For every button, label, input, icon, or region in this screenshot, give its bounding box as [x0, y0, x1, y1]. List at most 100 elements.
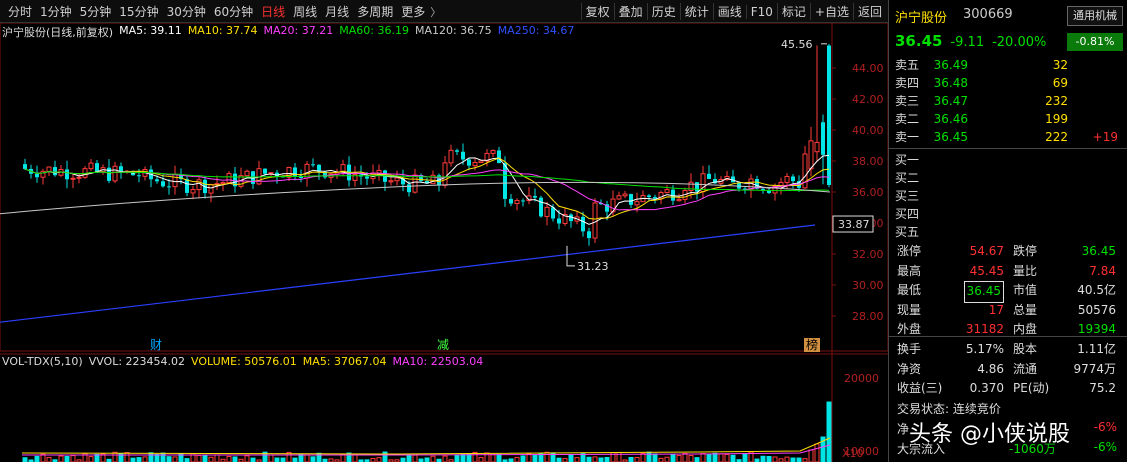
- stat-label: 市值: [1013, 283, 1038, 297]
- candle-body: [490, 149, 496, 154]
- volume-bar: [730, 454, 736, 462]
- volume-bar: [766, 455, 772, 462]
- volume-bar: [772, 456, 778, 462]
- period-tab-3[interactable]: 15分钟: [115, 3, 162, 20]
- vol-tick-label: 20000: [844, 372, 879, 385]
- volume-bar: [784, 456, 790, 462]
- volume-bar: [466, 453, 472, 462]
- volume-bar: [700, 453, 706, 462]
- candle-body: [388, 180, 394, 183]
- stat-label: 流通: [1013, 361, 1038, 376]
- period-tab-10[interactable]: 更多: [397, 3, 429, 20]
- volume-bar: [352, 454, 358, 462]
- chart-title: 沪宁股份(日线,前复权): [2, 26, 114, 39]
- tool-button-0[interactable]: 复权: [580, 3, 614, 20]
- event-marker[interactable]: 财: [150, 338, 162, 352]
- event-marker[interactable]: 榜: [806, 337, 818, 352]
- volume-bar: [646, 451, 652, 462]
- stat-label: 净资: [897, 361, 922, 376]
- stat-value: 7.84: [1089, 263, 1116, 278]
- vol-label-0: VOL-TDX(5,10): [2, 355, 83, 368]
- ask-row[interactable]: 卖四 36.48 69: [889, 74, 1127, 92]
- chevron-right-icon[interactable]: 〉: [430, 4, 441, 20]
- volume-bar: [70, 455, 76, 462]
- y-tick-label: 40.00: [852, 124, 884, 137]
- candle-body: [647, 195, 651, 198]
- sector-button[interactable]: 通用机械: [1067, 6, 1123, 26]
- bid-label: 买三: [895, 189, 920, 203]
- volume-bar: [454, 454, 460, 462]
- tool-button-8[interactable]: 返回: [852, 3, 886, 20]
- ask-label: 卖三: [895, 94, 920, 108]
- tool-button-3[interactable]: 统计: [679, 3, 713, 20]
- stat-value: 0.370: [969, 381, 1004, 395]
- bid-row[interactable]: 买一: [889, 151, 1127, 169]
- volume-bar: [346, 452, 352, 462]
- volume-bar: [490, 454, 496, 462]
- stock-name[interactable]: 沪宁股份: [895, 7, 947, 26]
- stat-row: 现量 17 总量 50576: [889, 301, 1127, 321]
- candle-body: [196, 179, 202, 191]
- period-tab-4[interactable]: 30分钟: [163, 3, 210, 20]
- period-tab-2[interactable]: 5分钟: [76, 3, 116, 20]
- bid-row[interactable]: 买二: [889, 169, 1127, 187]
- candle-body: [634, 201, 640, 206]
- period-tab-9[interactable]: 多周期: [353, 3, 397, 20]
- period-tab-0[interactable]: 分时: [4, 3, 36, 20]
- volume-bar: [514, 456, 520, 462]
- volume-bar: [268, 454, 274, 462]
- ask-volume: 32: [1052, 58, 1068, 72]
- volume-bar: [532, 454, 538, 462]
- bid-row[interactable]: 买五: [889, 223, 1127, 241]
- volume-bar: [520, 455, 526, 462]
- tool-button-1[interactable]: 叠加: [613, 3, 647, 20]
- volume-bar: [376, 457, 382, 462]
- ask-price: 36.46: [933, 112, 968, 126]
- volume-bar: [556, 457, 562, 462]
- candle-body: [88, 162, 94, 170]
- period-tab-8[interactable]: 月线: [321, 3, 353, 20]
- volume-bar: [628, 456, 634, 462]
- net-flow-label: 净: [897, 420, 909, 437]
- candle-body: [581, 216, 585, 232]
- volume-bar: [586, 456, 592, 462]
- volume-bar: [160, 452, 166, 462]
- current-line-label: 33.87: [838, 218, 870, 231]
- candle-body: [244, 170, 250, 177]
- candle-body: [70, 177, 76, 180]
- candle-body: [653, 197, 657, 199]
- candle-body: [592, 202, 598, 239]
- volume-bar: [544, 451, 550, 462]
- ask-row[interactable]: 卖五 36.49 32: [889, 56, 1127, 74]
- quote-stats: 涨停 54.67 跌停 36.45 最高 45.45 量比 7.84 最低 36.45 市值 40.5…: [889, 242, 1127, 340]
- ask-row[interactable]: 卖三 36.47 232: [889, 92, 1127, 110]
- event-marker[interactable]: 减: [437, 338, 449, 352]
- volume-bar: [598, 457, 604, 462]
- bid-label: 买一: [895, 153, 920, 167]
- ask-row[interactable]: 卖二 36.46 199: [889, 110, 1127, 128]
- tool-button-2[interactable]: 历史: [646, 3, 680, 20]
- tool-button-4[interactable]: 画线: [712, 3, 746, 20]
- volume-bar: [370, 458, 376, 462]
- chart-area[interactable]: 44.0042.0040.0038.0036.0034.0032.0030.00…: [0, 23, 888, 462]
- tool-button-6[interactable]: 标记: [776, 3, 810, 20]
- candle-body: [472, 162, 478, 167]
- current-price: 36.45: [895, 32, 943, 50]
- period-tab-7[interactable]: 周线: [289, 3, 321, 20]
- tool-button-5[interactable]: F10: [745, 4, 777, 19]
- stat-label: 股本: [1013, 342, 1038, 356]
- candle-body: [695, 182, 699, 192]
- bid-row[interactable]: 买四: [889, 205, 1127, 223]
- period-tab-1[interactable]: 1分钟: [36, 3, 76, 20]
- ask-row[interactable]: 卖一 36.45 222 +19: [889, 128, 1127, 146]
- tool-button-7[interactable]: +自选: [809, 3, 853, 20]
- kline-chart[interactable]: 44.0042.0040.0038.0036.0034.0032.0030.00…: [0, 23, 888, 462]
- ma-label-5: MA250: 34.67: [497, 24, 575, 37]
- bid-row[interactable]: 买三: [889, 187, 1127, 205]
- period-tab-5[interactable]: 60分钟: [210, 3, 257, 20]
- candle-body: [185, 179, 189, 193]
- period-tab-6[interactable]: 日线: [257, 3, 289, 20]
- candle-body: [293, 167, 297, 177]
- ask-price: 36.47: [933, 94, 968, 108]
- stat-label: PE(动): [1013, 381, 1050, 395]
